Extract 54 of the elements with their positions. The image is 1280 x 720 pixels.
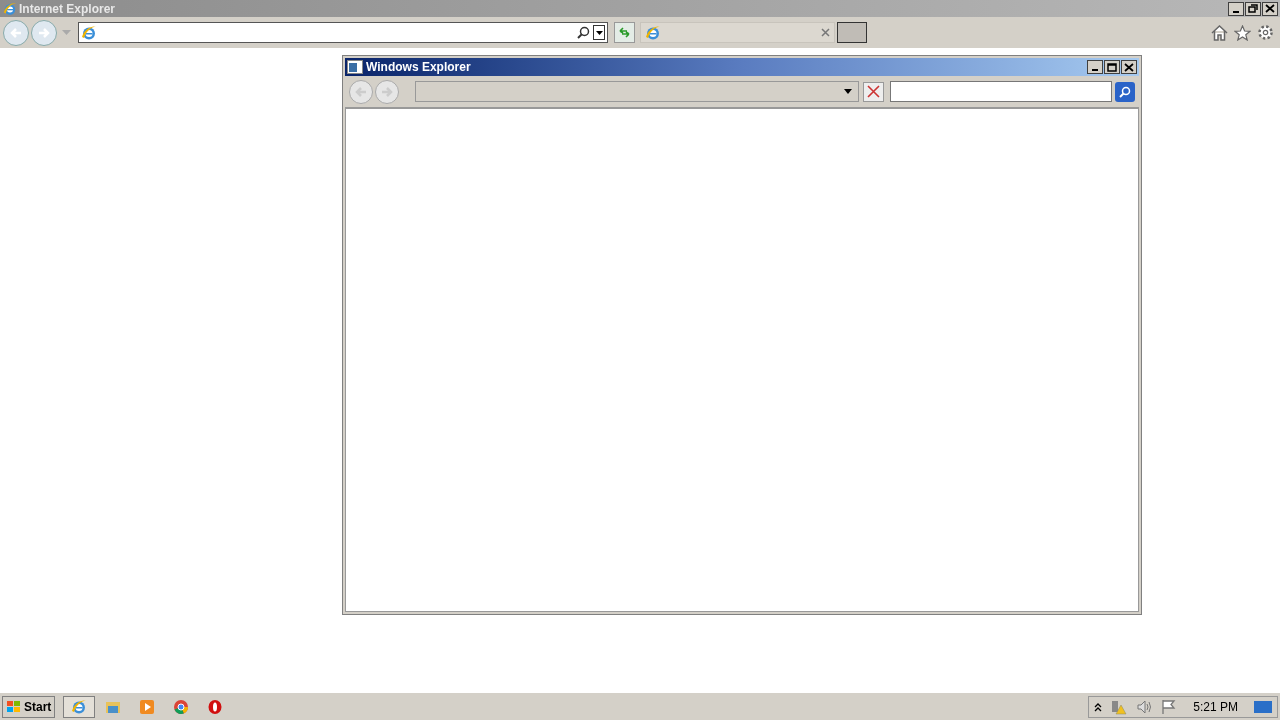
opera-icon <box>207 698 224 715</box>
flag-icon[interactable] <box>1161 698 1178 715</box>
start-button[interactable]: Start <box>2 695 56 718</box>
close-icon <box>1124 62 1134 72</box>
close-icon <box>1265 4 1275 13</box>
minimize-icon <box>1092 69 1098 71</box>
restore-icon <box>1248 4 1258 13</box>
caret-icon <box>62 29 71 36</box>
window-icon <box>347 60 363 74</box>
browser-icon <box>81 24 97 41</box>
chrome-icon <box>173 698 190 715</box>
taskbar-button[interactable] <box>63 695 96 718</box>
play-icon <box>139 698 156 715</box>
refresh-icon <box>618 26 631 39</box>
network-warning-icon[interactable] <box>1110 698 1129 715</box>
new-tab-button[interactable] <box>837 22 867 43</box>
chevron-icon[interactable] <box>1094 701 1103 712</box>
left-arrow-icon <box>9 25 23 40</box>
browser-icon <box>71 698 88 715</box>
caret-icon <box>844 89 852 94</box>
minimize-button[interactable] <box>1087 60 1103 74</box>
right-arrow-icon <box>380 84 394 99</box>
browser-icon <box>645 24 661 41</box>
refresh-button[interactable] <box>614 22 635 43</box>
minimize-button[interactable] <box>1228 1 1244 16</box>
window-title: Internet Explorer <box>19 0 116 18</box>
caret-icon <box>595 30 603 35</box>
close-icon[interactable] <box>821 28 830 37</box>
maximize-icon <box>1107 62 1117 72</box>
restore-button[interactable] <box>1245 1 1261 16</box>
speaker-icon[interactable] <box>1136 698 1154 715</box>
close-button[interactable] <box>1262 1 1278 16</box>
stop-button[interactable] <box>863 81 884 102</box>
window-title: Windows Explorer <box>366 59 471 76</box>
close-button[interactable] <box>1121 60 1137 74</box>
right-arrow-icon <box>37 25 51 40</box>
address-field[interactable] <box>78 22 608 43</box>
left-arrow-icon <box>354 84 368 99</box>
star-icon[interactable] <box>1234 24 1251 41</box>
settings-icon[interactable] <box>1257 24 1274 41</box>
browser-icon <box>3 1 17 16</box>
home-icon[interactable] <box>1211 24 1228 41</box>
dropdown-button[interactable] <box>593 25 605 40</box>
search-field[interactable] <box>890 81 1112 102</box>
windows-logo-icon <box>6 699 22 714</box>
maximize-button[interactable] <box>1104 60 1120 74</box>
search-icon[interactable] <box>577 26 590 39</box>
clock[interactable]: 5:21 PM <box>1193 697 1238 716</box>
search-icon <box>1119 85 1131 98</box>
stop-icon <box>867 85 880 98</box>
back-button[interactable] <box>3 19 29 46</box>
minimize-icon <box>1233 10 1239 13</box>
search-button[interactable] <box>1115 81 1135 102</box>
forward-button[interactable] <box>31 19 57 46</box>
